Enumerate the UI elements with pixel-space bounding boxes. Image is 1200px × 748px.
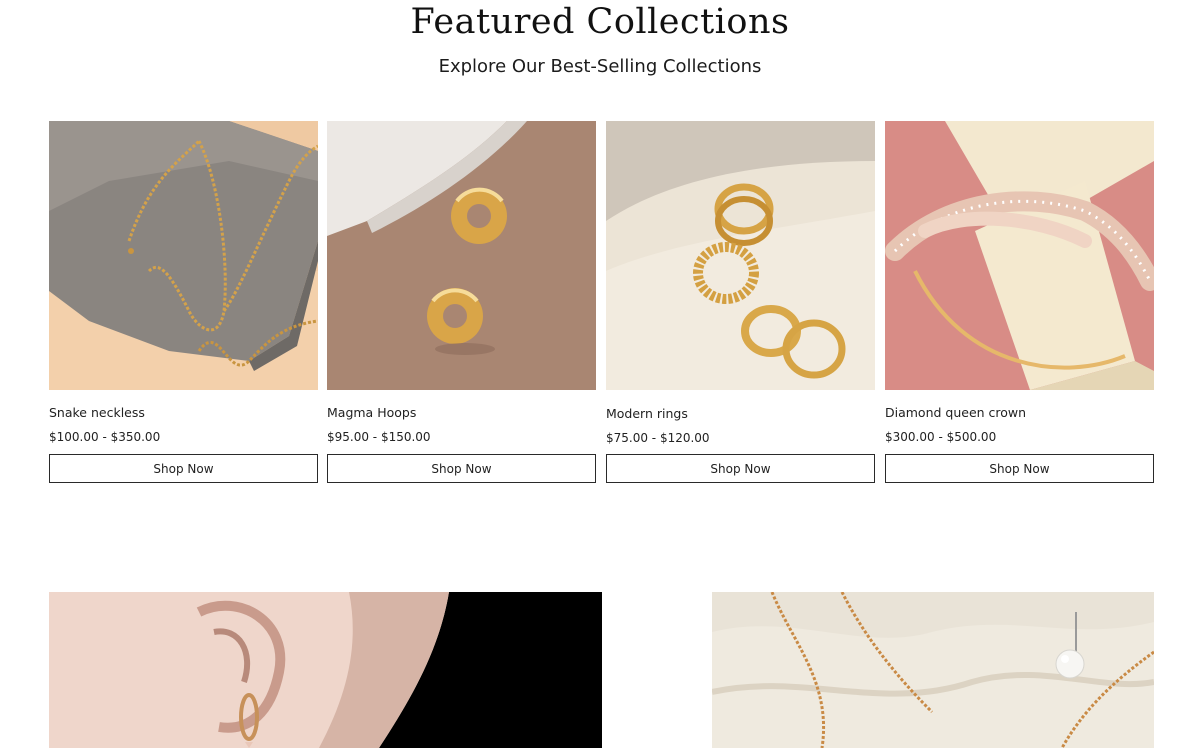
product-card-snake-neckless[interactable]: Snake neckless $100.00 - $350.00 Shop No…	[49, 121, 318, 483]
shop-now-button[interactable]: Shop Now	[885, 454, 1154, 483]
product-card-modern-rings[interactable]: Modern rings $75.00 - $120.00 Shop Now	[606, 121, 875, 483]
tiara-crown-photo[interactable]	[885, 121, 1154, 390]
product-name[interactable]: Diamond queen crown	[885, 405, 1154, 420]
pearl-chain-photo[interactable]	[712, 592, 1154, 748]
product-name[interactable]: Snake neckless	[49, 405, 318, 420]
shop-now-button[interactable]: Shop Now	[49, 454, 318, 483]
model-earring-photo[interactable]	[49, 592, 602, 748]
page-title: Featured Collections	[410, 2, 790, 42]
product-price: $100.00 - $350.00	[49, 430, 161, 444]
product-name[interactable]: Modern rings	[606, 406, 875, 421]
shop-now-button[interactable]: Shop Now	[327, 454, 596, 483]
shop-now-button[interactable]: Shop Now	[606, 454, 875, 483]
product-price: $75.00 - $120.00	[606, 431, 710, 445]
chain-necklace-photo[interactable]	[49, 121, 318, 390]
page-subtitle: Explore Our Best-Selling Collections	[438, 56, 762, 77]
product-card-magma-hoops[interactable]: Magma Hoops $95.00 - $150.00 Shop Now	[327, 121, 596, 483]
product-name[interactable]: Magma Hoops	[327, 405, 596, 420]
gold-hoop-earrings-photo[interactable]	[327, 121, 596, 390]
product-card-diamond-queen-crown[interactable]: Diamond queen crown $300.00 - $500.00 Sh…	[885, 121, 1154, 483]
product-price: $95.00 - $150.00	[327, 430, 431, 444]
product-price: $300.00 - $500.00	[885, 430, 997, 444]
stacked-gold-rings-photo[interactable]	[606, 121, 875, 390]
